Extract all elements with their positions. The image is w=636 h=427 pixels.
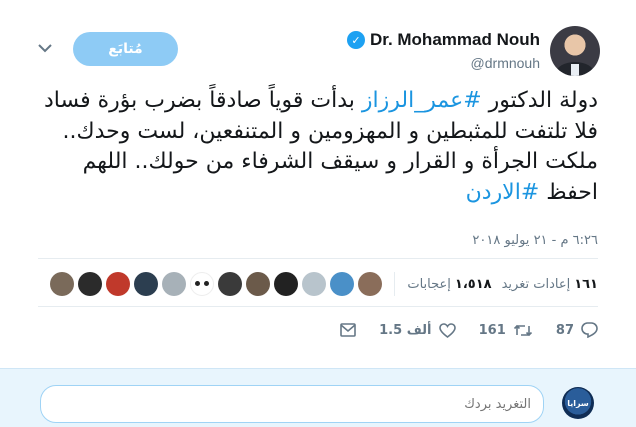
- reply-count: 87: [555, 322, 574, 338]
- liker-avatar[interactable]: [162, 272, 187, 296]
- liker-avatar[interactable]: [274, 272, 299, 296]
- tweet-timestamp[interactable]: ٦:٢٦ م - ٢١ يوليو ٢٠١٨: [472, 233, 598, 248]
- likes-stat[interactable]: ١،٥١٨إعجابات: [407, 277, 491, 292]
- liker-avatar[interactable]: [302, 272, 327, 296]
- likes-count: ١،٥١٨: [454, 276, 492, 292]
- likers-avatars: [50, 272, 383, 296]
- like-action[interactable]: 1.5 ألف: [379, 322, 456, 338]
- reply-bubble-icon: [581, 322, 598, 338]
- current-user-avatar-logo: سرايا: [567, 398, 589, 408]
- retweets-label: إعادات تغريد: [501, 276, 571, 292]
- liker-avatar[interactable]: [190, 272, 215, 296]
- avatar-shirt: [571, 64, 579, 76]
- like-count: 1.5 ألف: [379, 322, 432, 338]
- reply-area: سرايا: [0, 368, 636, 427]
- following-button[interactable]: مُتابَع: [73, 32, 178, 66]
- tweet-text-part: دولة الدكتور: [481, 88, 598, 113]
- retweets-stat[interactable]: ١٦١إعادات تغريد: [502, 277, 598, 292]
- name-row[interactable]: ✓ Dr. Mohammad Nouh: [346, 30, 540, 50]
- liker-avatar[interactable]: [218, 272, 243, 296]
- liker-avatar[interactable]: [330, 272, 355, 296]
- chevron-down-icon[interactable]: [38, 42, 54, 56]
- envelope-icon: [340, 323, 356, 337]
- user-handle[interactable]: @drmnouh: [471, 55, 540, 71]
- display-name[interactable]: Dr. Mohammad Nouh: [370, 30, 540, 50]
- engagement-stats: ١٦١إعادات تغريد ١،٥١٨إعجابات: [50, 270, 598, 298]
- reply-input[interactable]: [40, 385, 544, 423]
- liker-avatar[interactable]: [50, 272, 75, 296]
- likes-label: إعجابات: [407, 276, 451, 292]
- divider: [38, 306, 598, 307]
- heart-icon: [438, 322, 456, 338]
- tweet-text: دولة الدكتور #عمر_الرزاز بدأت قوياً صادق…: [38, 86, 598, 208]
- hashtag-link[interactable]: #عمر_الرزاز: [362, 88, 482, 113]
- liker-avatar[interactable]: [246, 272, 271, 296]
- retweet-count: 161: [478, 322, 506, 338]
- retweet-action[interactable]: 161: [479, 323, 533, 338]
- retweet-icon: [513, 324, 532, 336]
- tweet-card: ✓ Dr. Mohammad Nouh @drmnouh مُتابَع دول…: [0, 0, 636, 365]
- liker-avatar[interactable]: [358, 272, 383, 296]
- dm-action[interactable]: [340, 323, 356, 337]
- divider: [38, 258, 598, 259]
- tweet-actions: 1.5 ألف 161 87: [340, 318, 598, 342]
- liker-avatar[interactable]: [106, 272, 131, 296]
- hashtag-link[interactable]: #الاردن: [466, 180, 540, 205]
- verified-badge-icon: ✓: [346, 31, 365, 49]
- reply-action[interactable]: 87: [556, 322, 598, 338]
- stats-separator: [394, 272, 396, 296]
- current-user-avatar[interactable]: سرايا: [562, 387, 594, 419]
- user-avatar[interactable]: [550, 26, 600, 76]
- retweets-count: ١٦١: [574, 276, 598, 292]
- liker-avatar[interactable]: [78, 272, 103, 296]
- liker-avatar[interactable]: [134, 272, 159, 296]
